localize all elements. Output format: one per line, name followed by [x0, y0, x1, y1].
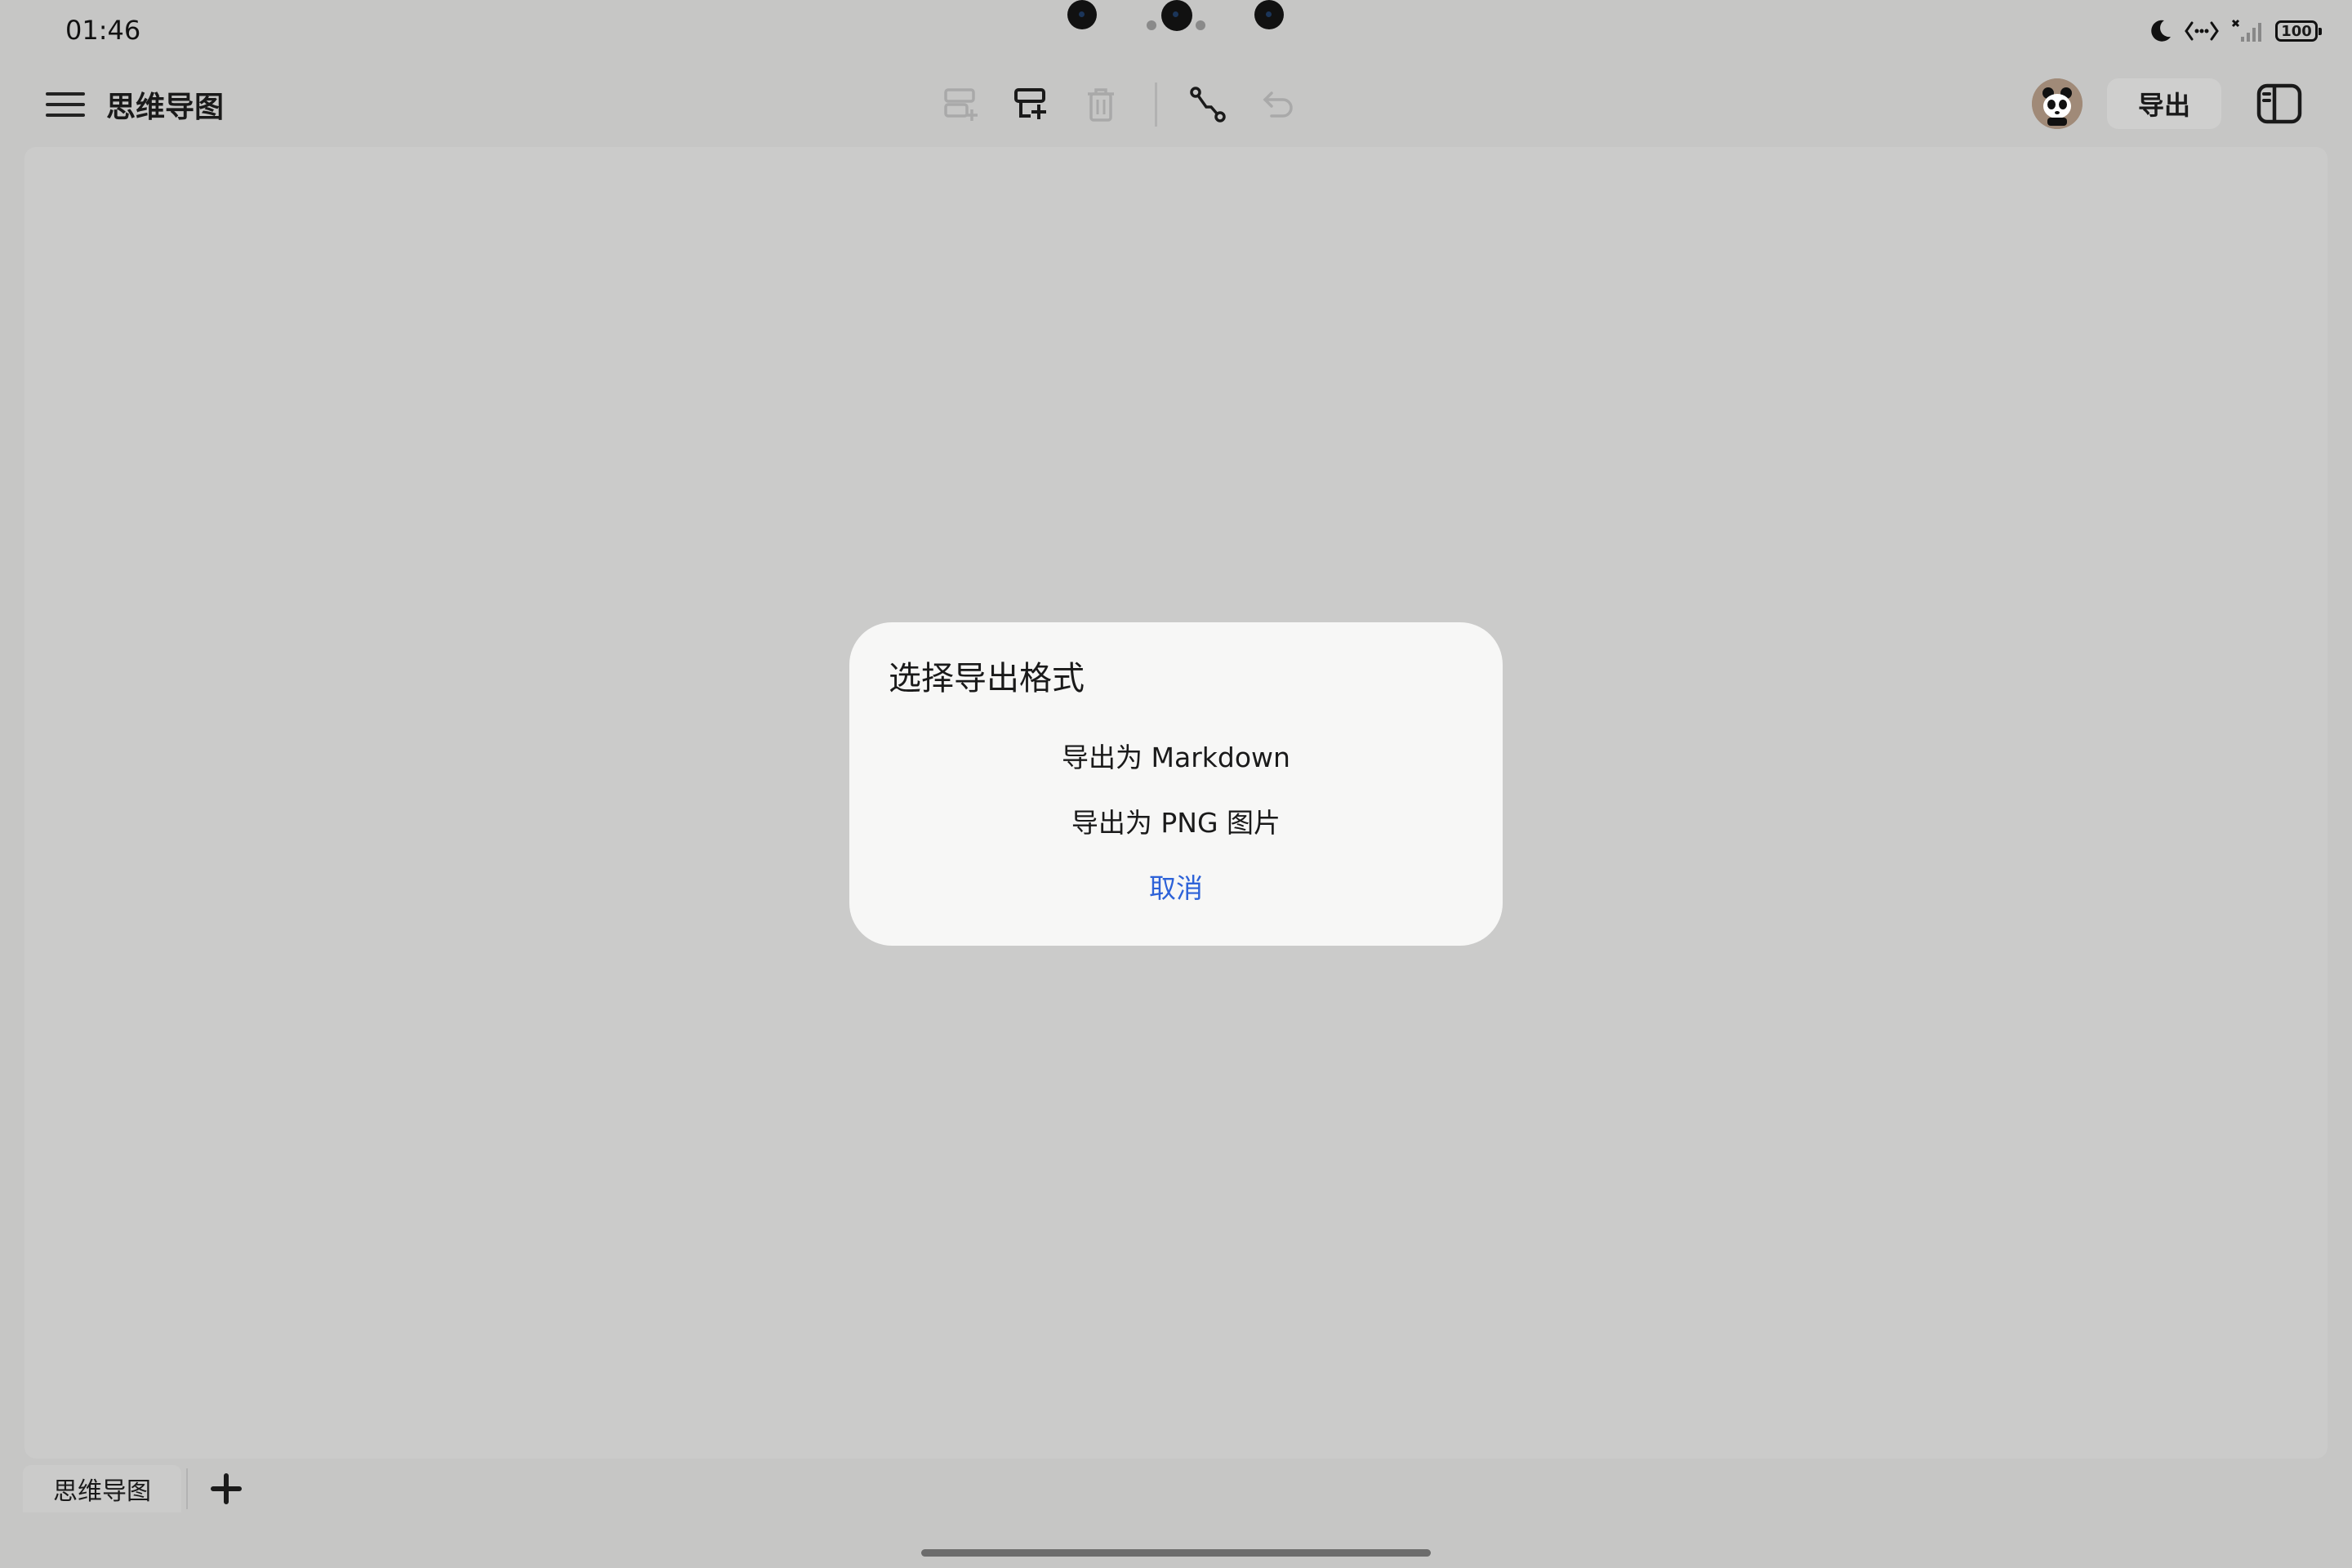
- cancel-button[interactable]: 取消: [849, 859, 1503, 913]
- document-tab-bar: 思维导图: [0, 1463, 2352, 1516]
- delete-button[interactable]: [1078, 82, 1124, 127]
- camera-lens-left: [1067, 0, 1097, 29]
- dialog-title: 选择导出格式: [889, 660, 1085, 697]
- data-transfer-icon: [2185, 21, 2219, 41]
- add-tab-button[interactable]: [206, 1468, 247, 1509]
- panda-avatar-icon: [2032, 78, 2082, 129]
- camera-dot: [1147, 20, 1156, 30]
- camera-lens-center: [1161, 0, 1192, 31]
- connector-button[interactable]: [1185, 82, 1231, 127]
- camera-lens-right: [1254, 0, 1284, 29]
- menu-icon-line: [46, 103, 85, 106]
- add-child-node-button[interactable]: [1008, 82, 1054, 127]
- tab-label: 思维导图: [53, 1477, 151, 1506]
- app-bar: 思维导图 导出: [0, 64, 2352, 145]
- add-sibling-node-button[interactable]: [938, 82, 983, 127]
- home-indicator[interactable]: [921, 1549, 1431, 1557]
- export-format-dialog: 选择导出格式 导出为 Markdown 导出为 PNG 图片 取消: [849, 622, 1503, 946]
- camera-dot: [1196, 20, 1205, 30]
- toolbar: [938, 82, 1301, 127]
- add-child-node-icon: [1014, 88, 1046, 119]
- add-sibling-node-icon: [944, 88, 978, 121]
- sidebar-toggle-button[interactable]: [2256, 80, 2303, 127]
- menu-icon-line: [46, 114, 85, 117]
- menu-button[interactable]: [46, 85, 85, 124]
- status-icons: 100: [2149, 16, 2322, 46]
- tab-divider: [186, 1468, 188, 1509]
- delete-icon: [1088, 88, 1114, 122]
- export-markdown-option[interactable]: 导出为 Markdown: [849, 728, 1503, 782]
- avatar[interactable]: [2032, 78, 2082, 129]
- plus-icon: [211, 1473, 242, 1504]
- undo-icon: [1263, 91, 1293, 118]
- signal-no-service-icon: [2231, 19, 2261, 42]
- sidebar-panel-icon: [2256, 83, 2302, 124]
- battery-icon: 100: [2275, 20, 2322, 42]
- moon-icon: [2151, 20, 2171, 42]
- tab-mindmap[interactable]: 思维导图: [23, 1465, 181, 1512]
- status-time: 01:46: [65, 15, 141, 46]
- toolbar-divider: [1155, 82, 1157, 127]
- status-bar: 01:46 100: [0, 0, 2352, 64]
- connector-icon: [1190, 87, 1226, 122]
- export-button[interactable]: 导出: [2107, 78, 2221, 129]
- menu-icon-line: [46, 92, 85, 96]
- app-title: 思维导图: [106, 91, 225, 124]
- camera-cluster: [1062, 0, 1290, 41]
- battery-level: 100: [2281, 22, 2312, 40]
- undo-button[interactable]: [1255, 82, 1301, 127]
- export-png-option[interactable]: 导出为 PNG 图片: [849, 794, 1503, 848]
